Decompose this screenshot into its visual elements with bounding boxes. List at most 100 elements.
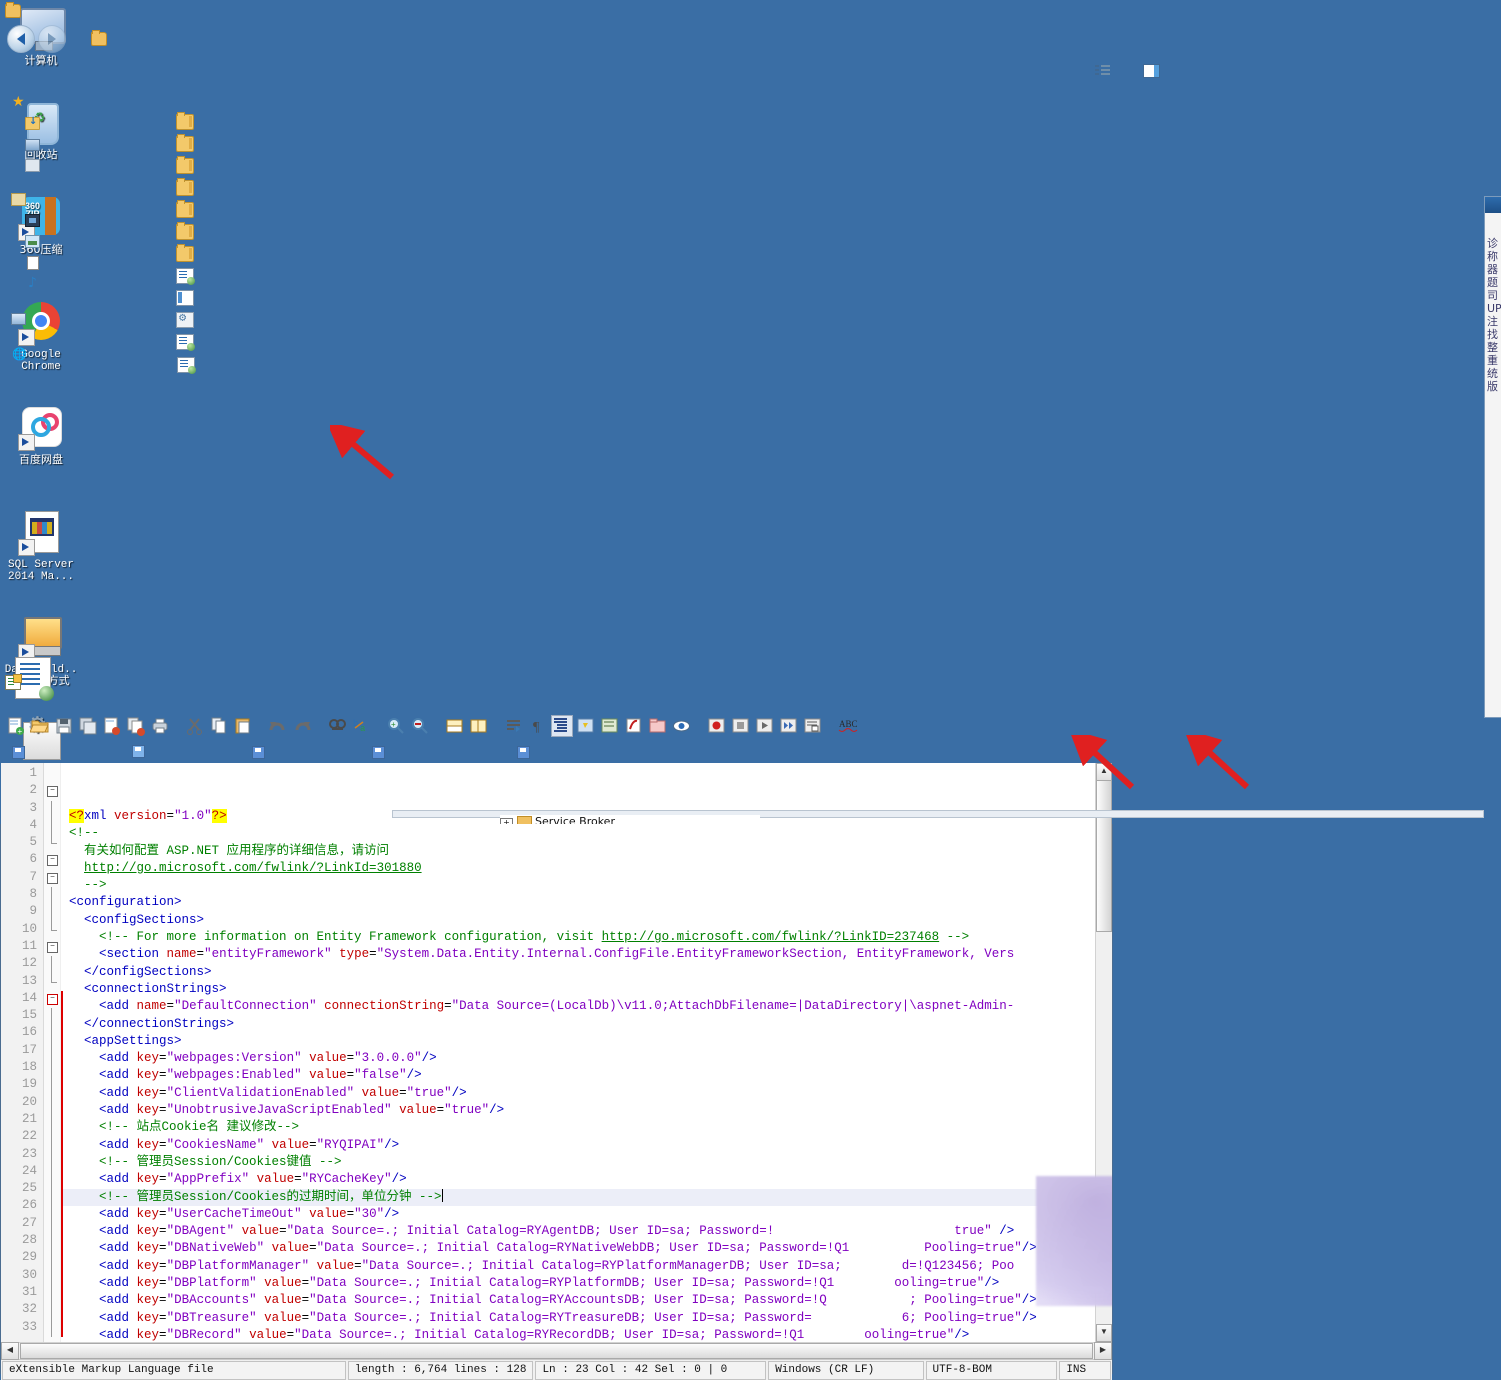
code-line[interactable]: http://go.microsoft.com/fwlink/?LinkId=3… [61,860,1112,877]
play-macro-icon[interactable] [754,715,776,737]
fold-marker [44,1267,60,1285]
zoom-out-icon[interactable] [409,715,431,737]
code-line[interactable]: <add key="DBPlatform" value="Data Source… [61,1275,1112,1292]
close-all-icon[interactable] [125,715,147,737]
computer-icon [11,312,26,325]
desktop-icon-baidu-netdisk[interactable]: 百度网盘 [3,405,79,466]
scroll-thumb[interactable] [1096,780,1112,932]
code-line[interactable]: </configSections> [61,964,1112,981]
new-file-icon[interactable]: + [5,715,27,737]
user-lang-icon[interactable] [575,715,597,737]
code-line[interactable]: <configSections> [61,912,1112,929]
recent-places-icon [25,159,40,172]
code-line[interactable]: <add key="DBAgent" value="Data Source=.;… [61,1223,1112,1240]
spell-check-icon[interactable]: ABC [837,715,859,737]
line-number: 16 [21,1025,37,1040]
code-line[interactable]: <add key="webpages:Version" value="3.0.0… [61,1050,1112,1067]
code-line[interactable]: <add key="DBRecord" value="Data Source=.… [61,1327,1112,1342]
code-line[interactable]: <!-- [61,825,1112,842]
code-line[interactable]: <add key="CookiesName" value="RYQIPAI"/> [61,1137,1112,1154]
code-line[interactable]: <add key="UnobtrusiveJavaScriptEnabled" … [61,1102,1112,1119]
function-list-icon[interactable] [623,715,645,737]
editor-horizontal-scrollbar[interactable]: ◀ ▶ [1,1342,1112,1360]
fold-marker[interactable]: − [44,783,60,800]
open-file-icon[interactable] [29,715,51,737]
code-line[interactable]: <add key="DBNativeWeb" value="Data Sourc… [61,1240,1112,1257]
scroll-right-button[interactable]: ▶ [1094,1342,1112,1360]
copy-icon[interactable] [208,715,230,737]
show-all-chars-icon[interactable]: ¶ [527,715,549,737]
scroll-down-button[interactable]: ▼ [1096,1324,1112,1342]
code-line[interactable]: 有关如何配置 ASP.NET 应用程序的详细信息，请访问 [61,843,1112,860]
document-icon [517,745,531,759]
code-line[interactable]: <add key="ClientValidationEnabled" value… [61,1085,1112,1102]
paste-icon[interactable] [232,715,254,737]
background-tree-item[interactable]: + Service Broker [500,815,760,824]
editor-vertical-scrollbar[interactable]: ▲ ▼ [1095,763,1112,1342]
notepadpp-window[interactable]: D:\Web\admin\Web.config - Notepad++ [Adm… [0,672,1113,1380]
word-wrap-icon[interactable] [503,715,525,737]
close-file-icon[interactable] [101,715,123,737]
save-macro-icon[interactable] [802,715,824,737]
code-line[interactable]: <!-- 管理员Session/Cookies的过期时间，单位分钟 --> [61,1188,1112,1206]
fold-marker [44,1181,60,1199]
play-multiple-icon[interactable] [778,715,800,737]
fold-marker [44,1025,60,1043]
preview-pane-icon[interactable] [1143,64,1160,78]
scroll-left-button[interactable]: ◀ [1,1342,19,1360]
code-line[interactable]: <add key="webpages:Enabled" value="false… [61,1067,1112,1084]
status-insert-mode[interactable]: INS [1059,1360,1111,1380]
code-line[interactable]: <add key="DBAccounts" value="Data Source… [61,1292,1112,1309]
replace-icon[interactable]: ba [350,715,372,737]
fold-marker[interactable]: − [44,852,60,869]
code-line[interactable]: <section name="entityFramework" type="Sy… [61,946,1112,963]
expand-icon[interactable]: + [500,818,513,824]
code-line[interactable]: <configuration> [61,894,1112,911]
scroll-up-button[interactable]: ▲ [1096,763,1112,781]
stop-macro-icon[interactable] [730,715,752,737]
code-line[interactable]: </connectionStrings> [61,1016,1112,1033]
redo-icon[interactable] [291,715,313,737]
print-icon[interactable] [149,715,171,737]
code-line[interactable]: <add key="AppPrefix" value="RYCacheKey"/… [61,1171,1112,1188]
save-all-icon[interactable] [77,715,99,737]
desktop-icon-google-chrome[interactable]: Google Chrome [3,300,79,373]
folder-as-workspace-icon[interactable] [647,715,669,737]
code-folding-margin[interactable]: − − − − − [44,763,61,1342]
code-line[interactable]: <add key="DBPlatformManager" value="Data… [61,1258,1112,1275]
view-options-icon[interactable] [1094,65,1110,77]
doc-map-icon[interactable] [599,715,621,737]
background-window-right[interactable]: 诊称器题司 UP 注找整重统版 [1484,196,1501,718]
code-line[interactable]: <!-- 管理员Session/Cookies键值 --> [61,1154,1112,1171]
undo-icon[interactable] [267,715,289,737]
code-line[interactable]: <add key="UserCacheTimeOut" value="30"/> [61,1206,1112,1223]
record-macro-icon[interactable] [706,715,728,737]
code-line[interactable]: <!-- 站点Cookie名 建议修改--> [61,1119,1112,1136]
code-line[interactable]: <add key="DBTreasure" value="Data Source… [61,1310,1112,1327]
line-number: 9 [29,904,37,919]
code-line[interactable]: <!-- For more information on Entity Fram… [61,929,1112,946]
code-text-area[interactable]: <?xml version="1.0"?> <!-- 有关如何配置 ASP.NET… [61,763,1112,1342]
hscroll-thumb[interactable] [20,1343,1093,1359]
sync-scroll-v-icon[interactable] [444,715,466,737]
code-line[interactable]: <add name="DefaultConnection" connection… [61,998,1112,1015]
save-icon[interactable] [53,715,75,737]
find-icon[interactable] [326,715,348,737]
status-eol[interactable]: Windows (CR LF) [768,1360,924,1380]
code-editor[interactable]: 1 2 3 4 5 6 7 8 9 10 11 12 13 14 15 16 17 18 19 20 21 22 23 24 2… [1,763,1112,1342]
back-button[interactable] [7,25,35,53]
fold-marker[interactable]: − [44,991,60,1008]
code-line[interactable]: <appSettings> [61,1033,1112,1050]
cut-icon[interactable] [184,715,206,737]
code-line[interactable]: <connectionStrings> [61,981,1112,998]
code-line[interactable]: --> [61,877,1112,894]
indent-guide-icon[interactable] [551,715,573,737]
fold-marker[interactable]: − [44,939,60,956]
forward-button[interactable] [38,25,66,53]
fold-marker[interactable]: − [44,870,60,887]
sync-scroll-h-icon[interactable] [468,715,490,737]
status-encoding[interactable]: UTF-8-BOM [925,1360,1058,1380]
desktop-icon-sql-server[interactable]: SQL Server 2014 Ma... [3,510,79,583]
monitor-icon[interactable] [671,715,693,737]
zoom-in-icon[interactable]: + [385,715,407,737]
